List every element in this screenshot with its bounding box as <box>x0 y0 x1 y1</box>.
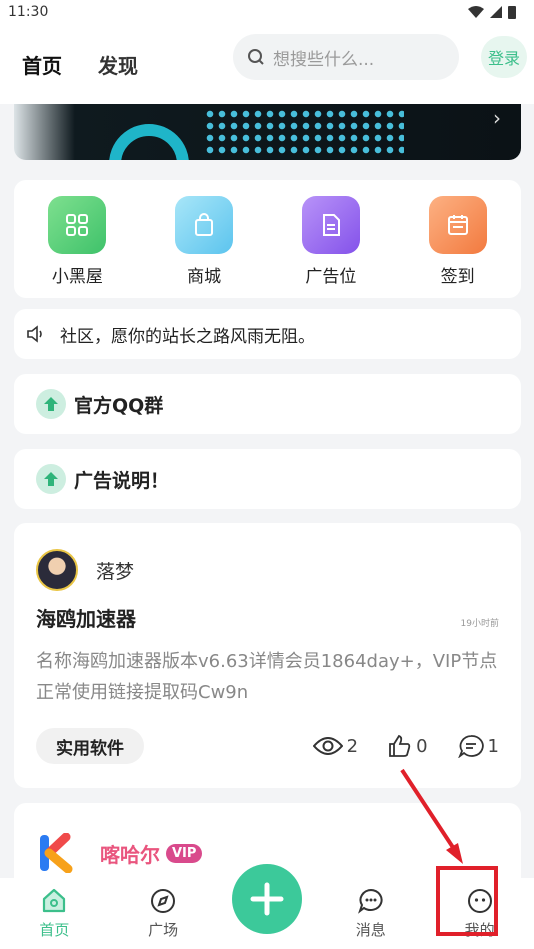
likes-count: 0 <box>416 735 428 757</box>
chat-icon <box>357 888 383 914</box>
login-button[interactable]: 登录 <box>481 36 527 78</box>
post-footer: 实用软件 2 0 1 <box>36 728 499 764</box>
status-bar: 11:30 <box>0 0 534 24</box>
tab-discover[interactable]: 发现 <box>98 50 138 79</box>
quick-link-adspot[interactable]: 广告位 <box>281 196 381 298</box>
quick-link-checkin[interactable]: 签到 <box>408 196 508 298</box>
nav-label: 广场 <box>148 921 179 939</box>
views-stat: 2 <box>312 734 359 758</box>
notice-bar[interactable]: 社区，愿你的站长之路风雨无阻。 <box>14 309 521 359</box>
status-icons <box>468 5 516 19</box>
compass-icon <box>151 889 176 913</box>
post-description[interactable]: 名称海鸥加速器版本v6.63详情会员1864day+，VIP节点正常使用链接提取… <box>36 646 506 708</box>
nav-label: 消息 <box>355 921 386 939</box>
comments-count: 1 <box>487 735 499 757</box>
banner-carousel[interactable]: › <box>14 104 521 160</box>
search-input[interactable]: 想搜些什么... <box>233 34 459 80</box>
pinned-ad-notice[interactable]: 广告说明！ <box>14 449 521 509</box>
post-title-row: 海鸥加速器 19小时前 <box>36 603 499 632</box>
plus-icon <box>250 882 284 916</box>
pinned-label: 广告说明！ <box>74 469 170 492</box>
notice-text: 社区，愿你的站长之路风雨无阻。 <box>60 326 315 347</box>
post-title[interactable]: 海鸥加速器 <box>36 603 136 632</box>
banner-next-icon[interactable]: › <box>493 106 501 130</box>
battery-icon <box>508 6 516 19</box>
post-time: 19小时前 <box>460 619 499 629</box>
author-name[interactable]: 喀哈尔 <box>100 839 160 868</box>
eye-icon <box>312 737 343 755</box>
search-icon <box>248 49 264 65</box>
speaker-icon <box>27 325 42 343</box>
nav-label: 首页 <box>39 921 70 939</box>
thumbs-up-icon <box>389 734 411 757</box>
arrow-up-icon <box>36 389 66 419</box>
banner-decoration <box>109 124 189 160</box>
nav-plaza[interactable]: 广场 <box>123 887 203 940</box>
shopping-bag-icon <box>175 196 234 254</box>
quick-link-label: 签到 <box>440 267 475 287</box>
comment-button[interactable]: 1 <box>457 734 499 758</box>
nav-messages[interactable]: 消息 <box>331 887 411 940</box>
avatar[interactable] <box>36 833 76 873</box>
post-tag[interactable]: 实用软件 <box>36 728 144 764</box>
create-post-button[interactable] <box>232 864 302 934</box>
avatar[interactable] <box>36 549 78 591</box>
grid-icon <box>48 196 107 254</box>
highlight-box <box>436 866 498 936</box>
quick-link-label: 广告位 <box>305 267 357 287</box>
comment-icon <box>457 735 484 758</box>
views-count: 2 <box>346 735 359 757</box>
signal-icon <box>490 6 502 18</box>
top-bar: 首页 发现 想搜些什么... 登录 <box>0 24 534 104</box>
author-name[interactable]: 落梦 <box>96 557 134 584</box>
home-icon <box>43 888 66 913</box>
nav-home[interactable]: 首页 <box>14 887 94 940</box>
status-time: 11:30 <box>8 4 49 20</box>
post-author[interactable]: 落梦 <box>36 549 499 591</box>
document-icon <box>301 196 360 254</box>
quick-links: 小黑屋 商城 广告位 签到 <box>14 180 521 298</box>
pinned-qq-group[interactable]: 官方QQ群 <box>14 374 521 434</box>
tab-home[interactable]: 首页 <box>20 50 62 81</box>
post-stats: 2 0 1 <box>312 734 499 758</box>
pinned-label: 官方QQ群 <box>74 394 164 417</box>
quick-link-label: 小黑屋 <box>51 267 103 287</box>
like-button[interactable]: 0 <box>388 734 428 758</box>
post-card[interactable]: 落梦 海鸥加速器 19小时前 名称海鸥加速器版本v6.63详情会员1864day… <box>14 523 521 788</box>
banner-dots-pattern <box>204 108 404 158</box>
quick-link-label: 商城 <box>187 267 222 287</box>
quick-link-shop[interactable]: 商城 <box>154 196 254 298</box>
calendar-icon <box>428 196 487 254</box>
wifi-icon <box>468 6 484 18</box>
quick-link-blackroom[interactable]: 小黑屋 <box>27 196 127 298</box>
vip-badge: VIP <box>166 843 203 863</box>
search-placeholder: 想搜些什么... <box>273 49 375 70</box>
arrow-up-icon <box>36 464 66 494</box>
